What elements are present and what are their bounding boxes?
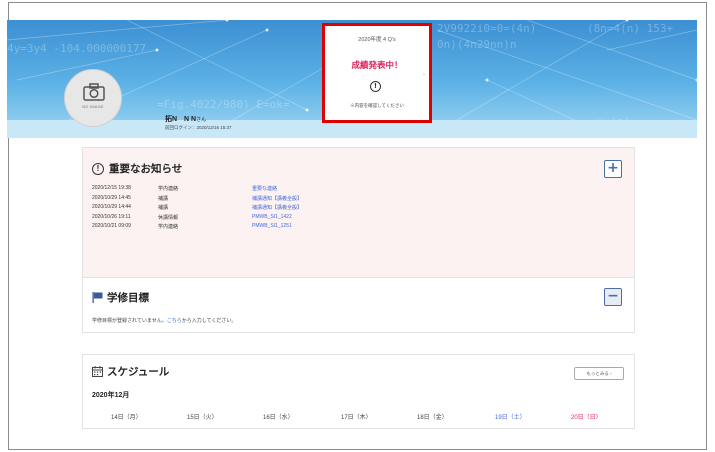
goals-empty-message: 学修目標が登録されていません。こちらから入力してください。 [92,318,237,324]
goals-heading: 学修目標 [92,290,149,305]
notice-link[interactable]: 重要な連絡 [252,185,277,192]
schedule-day[interactable]: 17日（木） [341,412,372,421]
notice-row[interactable]: 2020/10/26 19:11 休講情報 PMWB_SI1_1422 [92,214,392,224]
schedule-heading: スケジュール [92,364,169,379]
learning-goals-card: 学修目標 − 学修目標が登録されていません。こちらから入力してください。 [82,277,635,333]
alert-circle-icon: ! [370,81,381,92]
term-label: 2020年度 4 Q's [358,37,396,43]
grades-published-status: 成績発表中！ [351,60,403,70]
schedule-day-sunday[interactable]: 20日（日） [571,412,602,421]
last-login: 前回ログイン：2020/12/16 15:37 [165,125,232,130]
notice-link[interactable]: 補講通知【講義全般】 [252,204,302,211]
user-name: 拓N N Nさん [165,116,207,123]
expand-notices-button[interactable]: + [604,160,622,178]
collapse-goals-button[interactable]: − [604,288,622,306]
avatar[interactable]: NO IMAGE [64,69,122,127]
banner-formula: 4y=3y4 -104.000000177 [7,42,147,55]
notice-list: 2020/12/15 19:38 学内連絡 重要な連絡 2020/10/29 14:… [92,185,392,233]
honorific: さん [196,117,207,123]
notices-heading: ! 重要なお知らせ [92,161,182,176]
notice-row[interactable]: 2020/10/29 14:44 補講 補講通知【講義全般】 [92,204,392,214]
schedule-day[interactable]: 15日（火） [187,412,218,421]
notice-row[interactable]: 2020/10/21 09:09 学内連絡 PMWB_SI1_1251 [92,223,392,233]
chevron-right-icon[interactable]: › [423,72,425,78]
banner-formula: =Fig.4022/980) E=ok= [157,98,290,111]
calendar-icon [92,366,103,377]
alert-circle-icon: ! [92,162,104,175]
schedule-day[interactable]: 16日（水） [263,412,294,421]
no-image-label: NO IMAGE [82,104,104,109]
notice-link[interactable]: PMWB_SI1_1251 [252,223,292,229]
flag-icon [92,292,103,303]
banner-formula: 2V9922i0=0=(4n) [437,22,537,35]
notice-link[interactable]: 補講通知【講義全般】 [252,195,302,202]
schedule-card: スケジュール もっとみる › 2020年12月 14日（月） 15日（火） 16… [82,354,635,429]
schedule-month: 2020年12月 [92,392,130,399]
schedule-day-saturday[interactable]: 19日（土） [495,412,526,421]
schedule-day[interactable]: 14日（月） [111,412,142,421]
schedule-more-button[interactable]: もっとみる › [574,367,624,380]
confirm-note: ※内容を確認してください [350,103,404,108]
important-notices-card: ! 重要なお知らせ + 2020/12/15 19:38 学内連絡 重要な連絡 202… [82,147,635,284]
banner-formula: 0n)(4n29nn)n [437,38,517,51]
camera-icon [83,83,105,101]
banner-formula: (8n=4(n) 153+ [587,22,674,35]
schedule-day[interactable]: 18日（金） [417,412,448,421]
grade-announcement-popup[interactable]: 2020年度 4 Q's 成績発表中！ ! ※内容を確認してください › [322,23,432,123]
goals-input-link[interactable]: こちら [167,318,182,324]
notice-row[interactable]: 2020/10/29 14:45 補講 補講通知【講義全般】 [92,195,392,205]
notice-row[interactable]: 2020/12/15 19:38 学内連絡 重要な連絡 [92,185,392,195]
notice-link[interactable]: PMWB_SI1_1422 [252,214,292,220]
